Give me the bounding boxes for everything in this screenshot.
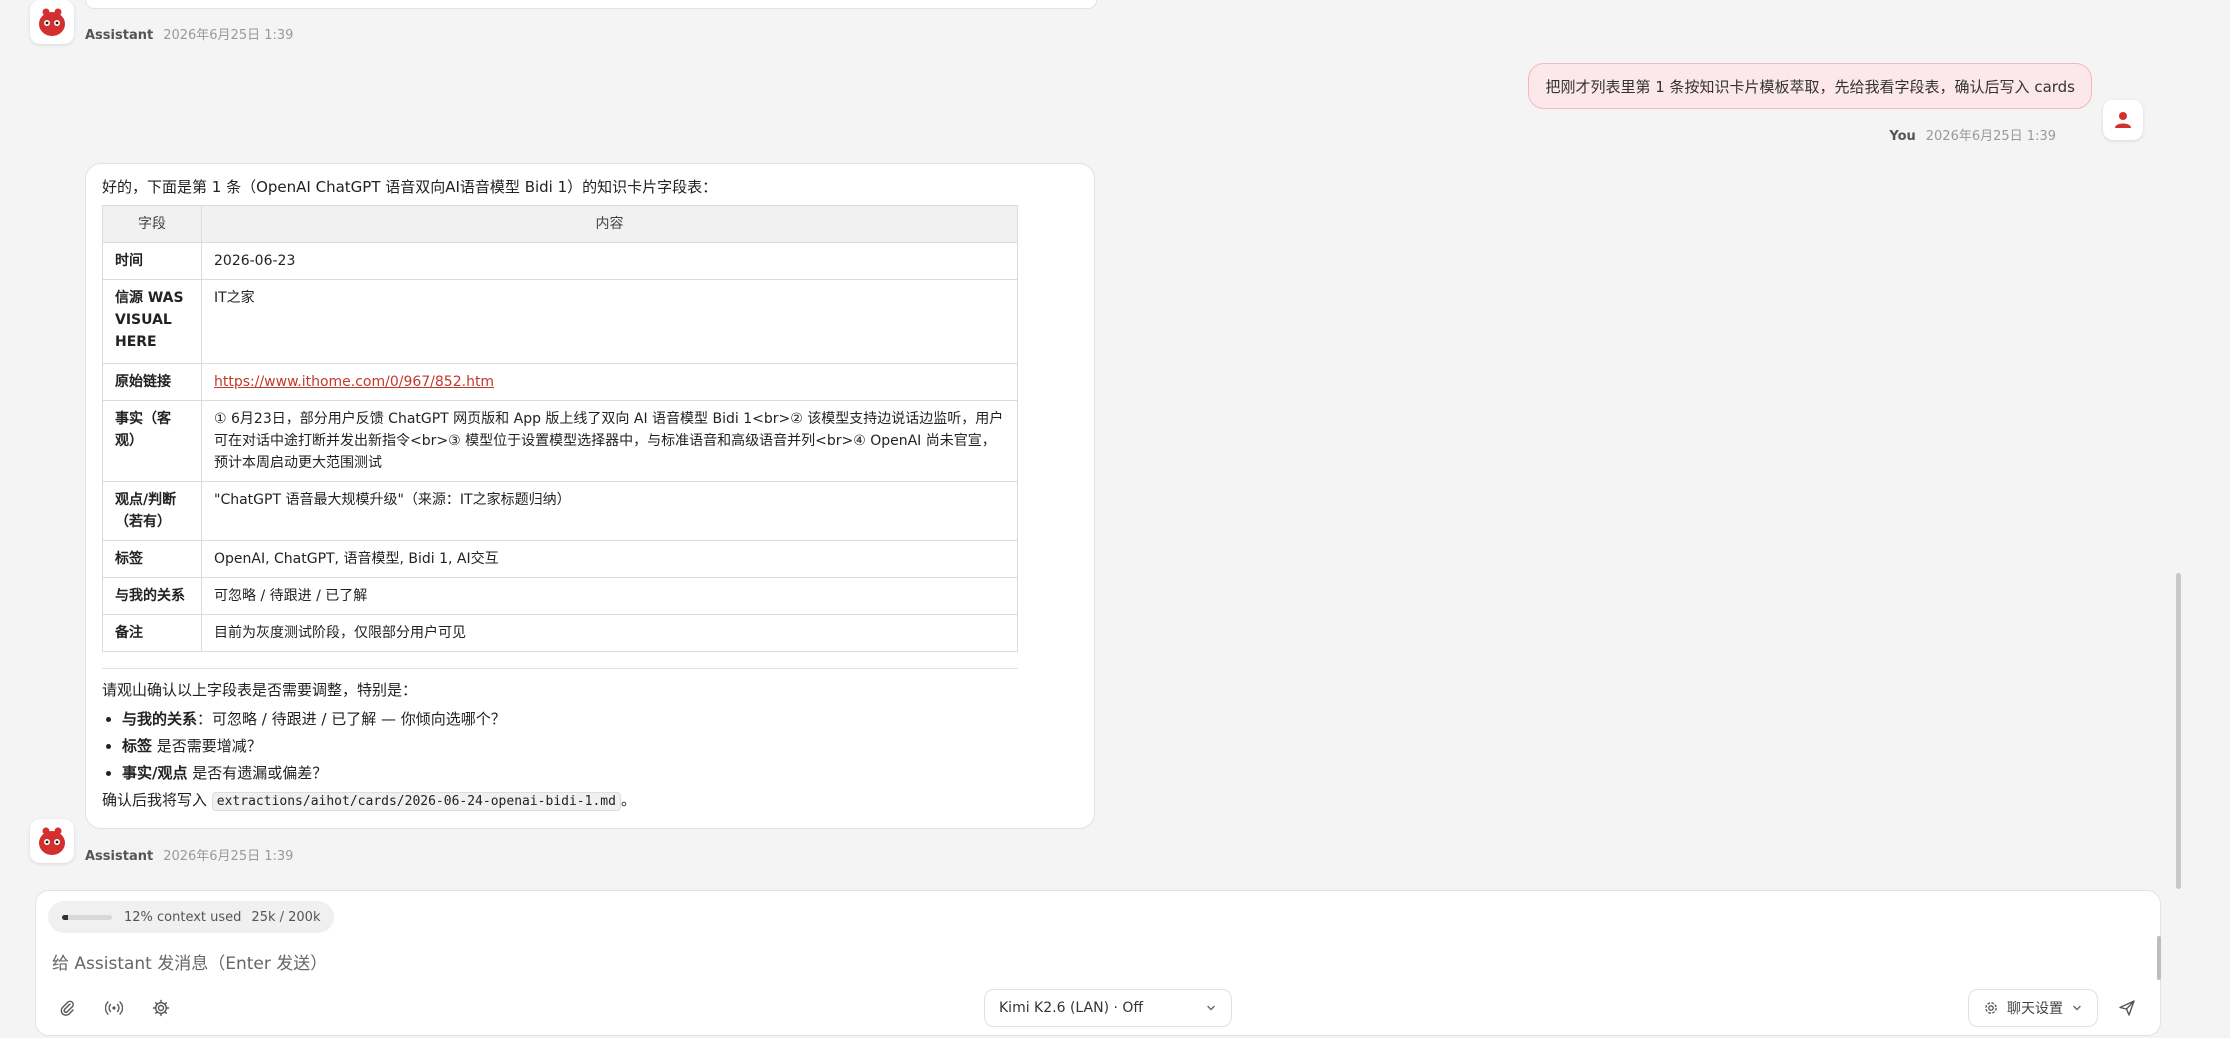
user-avatar xyxy=(2103,100,2143,140)
table-cell-key: 信源 WAS VISUAL HERE xyxy=(102,279,202,364)
table-cell-key: 原始链接 xyxy=(102,363,202,401)
file-path-code: extractions/aihot/cards/2026-06-24-opena… xyxy=(211,792,621,811)
table-cell-key: 观点/判断（若有） xyxy=(102,481,202,541)
context-usage-fill xyxy=(62,914,68,920)
field-table: 字段 内容 时间 2026-06-23 信源 WAS VISUAL HERE I… xyxy=(102,205,1018,652)
message-composer: 12% context used 25k / 200k 给 Assistant … xyxy=(35,890,2161,1036)
chat-settings-button[interactable]: 聊天设置 xyxy=(1968,989,2098,1027)
table-cell-key: 事实（客观） xyxy=(102,400,202,482)
table-cell-value: 2026-06-23 xyxy=(201,242,1018,280)
assistant-avatar xyxy=(30,0,74,44)
table-cell-key: 备注 xyxy=(102,614,202,652)
robot-mascot-icon xyxy=(39,8,65,36)
table-row: 原始链接 https://www.ithome.com/0/967/852.ht… xyxy=(102,363,1018,401)
confirm-line: 确认后我将写入 extractions/aihot/cards/2026-06-… xyxy=(102,789,1078,811)
list-item: 与我的关系：可忽略 / 待跟进 / 已了解 — 你倾向选哪个？ xyxy=(122,706,1078,733)
table-cell-key: 与我的关系 xyxy=(102,577,202,615)
robot-mascot-icon xyxy=(39,827,65,855)
list-item-bold: 与我的关系 xyxy=(122,710,198,728)
source-link[interactable]: https://www.ithome.com/0/967/852.htm xyxy=(214,374,494,390)
previous-message-bubble xyxy=(85,0,1097,9)
tools-settings-button[interactable] xyxy=(147,994,175,1022)
table-cell-value: 可忽略 / 待跟进 / 已了解 xyxy=(201,577,1018,615)
table-cell-value: IT之家 xyxy=(201,279,1018,364)
divider xyxy=(102,668,1018,669)
user-icon xyxy=(2115,112,2131,128)
sender-name: Assistant xyxy=(85,28,154,43)
list-item-text: ：可忽略 / 待跟进 / 已了解 — 你倾向选哪个？ xyxy=(197,710,506,728)
broadcast-icon xyxy=(105,1001,123,1015)
table-row: 与我的关系 可忽略 / 待跟进 / 已了解 xyxy=(102,577,1018,615)
table-row: 时间 2026-06-23 xyxy=(102,242,1018,280)
model-selector-label: Kimi K2.6 (LAN) · Off xyxy=(999,1000,1144,1016)
list-item-text: 是否需要增减？ xyxy=(152,737,262,755)
chat-settings-label: 聊天设置 xyxy=(2007,1001,2063,1017)
sender-name: You xyxy=(1889,129,1916,144)
table-row: 信源 WAS VISUAL HERE IT之家 xyxy=(102,279,1018,364)
message-meta: Assistant 2026年6月25日 1:39 xyxy=(85,845,293,864)
table-cell-value: https://www.ithome.com/0/967/852.htm xyxy=(201,363,1018,401)
message-meta: Assistant 2026年6月25日 1:39 xyxy=(85,24,293,43)
message-time: 2026年6月25日 1:39 xyxy=(163,28,294,43)
follow-up-question: 请观山确认以上字段表是否需要调整，特别是： xyxy=(102,681,418,699)
context-usage-pill: 12% context used 25k / 200k xyxy=(48,901,335,933)
gear-icon xyxy=(1985,1002,1997,1014)
chevron-down-icon xyxy=(2073,1005,2081,1011)
question-list: 与我的关系：可忽略 / 待跟进 / 已了解 — 你倾向选哪个？ 标签 是否需要增… xyxy=(102,706,1078,787)
table-cell-value: ① 6月23日，部分用户反馈 ChatGPT 网页版和 App 版上线了双向 A… xyxy=(201,400,1018,482)
message-time: 2026年6月25日 1:39 xyxy=(163,849,294,864)
sender-name: Assistant xyxy=(85,849,154,864)
assistant-message-bubble: 好的，下面是第 1 条（OpenAI ChatGPT 语音双向AI语音模型 Bi… xyxy=(85,163,1095,829)
user-message-bubble: 把刚才列表里第 1 条按知识卡片模板萃取，先给我看字段表，确认后写入 cards xyxy=(1528,63,2092,109)
context-usage-tokens: 25k / 200k xyxy=(251,909,321,925)
paperclip-icon xyxy=(60,1000,74,1016)
user-message-text: 把刚才列表里第 1 条按知识卡片模板萃取，先给我看字段表，确认后写入 cards xyxy=(1545,77,2075,96)
list-item: 标签 是否需要增减？ xyxy=(122,733,1078,760)
table-cell-value: 目前为灰度测试阶段，仅限部分用户可见 xyxy=(201,614,1018,652)
confirm-suffix: 。 xyxy=(620,791,636,809)
table-row: 标签 OpenAI, ChatGPT, 语音模型, Bidi 1, AI交互 xyxy=(102,540,1018,578)
table-row: 备注 目前为灰度测试阶段，仅限部分用户可见 xyxy=(102,614,1018,652)
send-button[interactable] xyxy=(2113,994,2141,1022)
list-item-text: 是否有遗漏或偏差？ xyxy=(187,764,328,782)
message-input[interactable]: 给 Assistant 发消息（Enter 发送） xyxy=(52,949,327,974)
table-row: 观点/判断（若有） "ChatGPT 语音最大规模升级"（来源：IT之家标题归纳… xyxy=(102,481,1018,541)
table-cell-value: OpenAI, ChatGPT, 语音模型, Bidi 1, AI交互 xyxy=(201,540,1018,578)
gear-icon xyxy=(152,999,170,1017)
user-message-meta: You 2026年6月25日 1:39 xyxy=(1889,125,2056,144)
chat-scrollbar[interactable] xyxy=(2176,573,2181,889)
table-header-content: 内容 xyxy=(201,205,1018,243)
send-icon xyxy=(2119,1000,2135,1016)
list-item: 事实/观点 是否有遗漏或偏差？ xyxy=(122,760,1078,787)
message-time: 2026年6月25日 1:39 xyxy=(1925,129,2056,144)
message-intro: 好的，下面是第 1 条（OpenAI ChatGPT 语音双向AI语音模型 Bi… xyxy=(102,178,718,196)
table-cell-value: "ChatGPT 语音最大规模升级"（来源：IT之家标题归纳） xyxy=(201,481,1018,541)
model-selector[interactable]: Kimi K2.6 (LAN) · Off xyxy=(984,989,1232,1027)
table-header-row: 字段 内容 xyxy=(102,205,1018,243)
table-cell-key: 时间 xyxy=(102,242,202,280)
input-scrollbar[interactable] xyxy=(2157,936,2161,980)
table-cell-key: 标签 xyxy=(102,540,202,578)
confirm-prefix: 确认后我将写入 xyxy=(102,791,212,809)
table-row: 事实（客观） ① 6月23日，部分用户反馈 ChatGPT 网页版和 App 版… xyxy=(102,400,1018,482)
voice-button[interactable] xyxy=(100,994,128,1022)
table-header-field: 字段 xyxy=(102,205,202,243)
attach-button[interactable] xyxy=(53,994,81,1022)
list-item-bold: 事实/观点 xyxy=(122,764,188,782)
context-usage-bar xyxy=(62,914,112,920)
assistant-avatar xyxy=(30,819,74,863)
chevron-down-icon xyxy=(1207,1005,1215,1011)
context-usage-label: 12% context used xyxy=(124,909,242,925)
list-item-bold: 标签 xyxy=(122,737,153,755)
